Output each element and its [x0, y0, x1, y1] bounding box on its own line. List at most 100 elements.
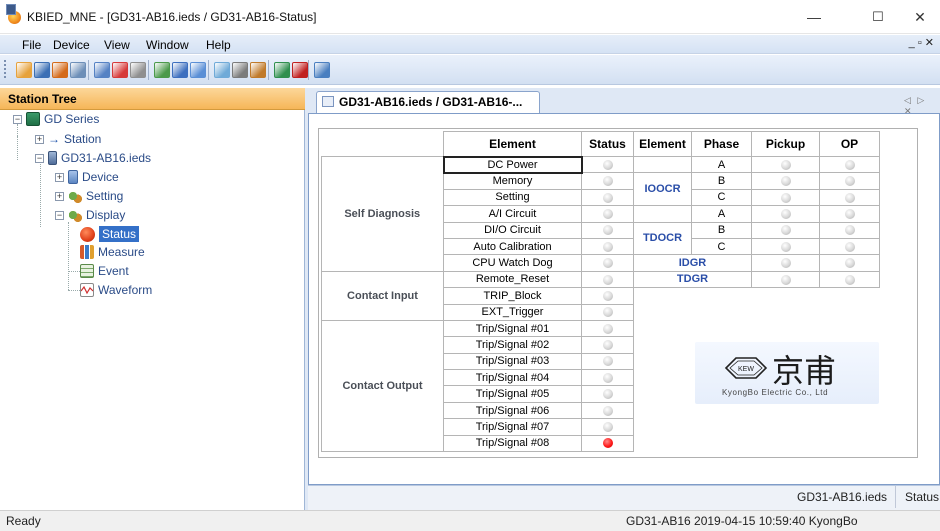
- minimize-button[interactable]: —: [794, 0, 834, 34]
- table-row: Contact Output Trip/Signal #01: [321, 319, 880, 453]
- footer-file: GD31-AB16.ieds: [797, 490, 888, 504]
- led-off-icon: [844, 258, 855, 269]
- collapse-icon[interactable]: −: [13, 114, 22, 124]
- led-off-icon: [780, 159, 791, 170]
- collapse-icon[interactable]: −: [55, 210, 64, 220]
- status-led-cell: [581, 254, 634, 272]
- tree-node-gd-series[interactable]: − GD Series: [13, 112, 99, 126]
- disconnect-icon[interactable]: [130, 62, 146, 78]
- led-off-icon: [780, 176, 791, 187]
- element-cell[interactable]: Remote_Reset: [443, 270, 582, 289]
- download-icon[interactable]: [172, 62, 188, 78]
- element-cell[interactable]: Trip/Signal #07: [443, 418, 582, 436]
- op-led-cell: [819, 205, 880, 223]
- menu-view[interactable]: View: [104, 38, 130, 52]
- tree-node-display[interactable]: − Display: [55, 208, 125, 222]
- tile-icon[interactable]: [232, 62, 248, 78]
- logo-mark-icon: KEW: [724, 355, 768, 384]
- expand-icon[interactable]: +: [35, 134, 44, 144]
- status-led-cell: [581, 336, 634, 354]
- element-cell[interactable]: Trip/Signal #02: [443, 336, 582, 354]
- export-icon[interactable]: [274, 62, 290, 78]
- pickup-led-cell: [751, 254, 820, 272]
- menu-window[interactable]: Window: [146, 38, 189, 52]
- tree-node-setting[interactable]: + Setting: [55, 189, 123, 203]
- menu-grip-icon: [6, 4, 16, 15]
- open-icon[interactable]: [52, 62, 68, 78]
- element-cell[interactable]: A/I Circuit: [443, 205, 582, 223]
- display-icon[interactable]: [190, 62, 206, 78]
- cascade-icon[interactable]: [250, 62, 266, 78]
- tab-label: GD31-AB16.ieds / GD31-AB16-...: [339, 95, 523, 109]
- element-cell[interactable]: Trip/Signal #03: [443, 352, 582, 371]
- help-icon[interactable]: [314, 62, 330, 78]
- save-icon[interactable]: [34, 62, 50, 78]
- expand-icon[interactable]: +: [55, 191, 64, 201]
- mdi-window-controls[interactable]: _ ▫ ✕: [909, 36, 934, 49]
- led-off-icon: [602, 258, 613, 269]
- tree-node-device-file[interactable]: − GD31-AB16.ieds: [35, 151, 151, 165]
- led-off-icon: [780, 192, 791, 203]
- event-list-icon: [80, 264, 94, 278]
- element-cell[interactable]: Trip/Signal #04: [443, 369, 582, 387]
- gear-icon: [68, 208, 82, 222]
- footer-divider: [895, 486, 896, 508]
- led-off-icon: [602, 208, 613, 219]
- tree-node-station[interactable]: + → Station: [35, 132, 101, 146]
- led-off-icon: [602, 274, 613, 285]
- status-led-cell: [581, 205, 634, 223]
- tree-node-device[interactable]: + Device: [55, 170, 119, 184]
- element-cell[interactable]: Trip/Signal #08: [443, 434, 582, 453]
- element-cell[interactable]: Trip/Signal #05: [443, 385, 582, 403]
- expand-icon[interactable]: +: [55, 172, 64, 182]
- pickup-led-cell: [751, 221, 820, 239]
- menu-device[interactable]: Device: [53, 38, 90, 52]
- tree-node-waveform[interactable]: Waveform: [80, 283, 152, 297]
- toolbar-separator: [208, 60, 209, 80]
- element-cell[interactable]: DC Power: [442, 155, 583, 174]
- delete-icon[interactable]: [292, 62, 308, 78]
- pickup-led-cell: [751, 237, 820, 256]
- menu-help[interactable]: Help: [206, 38, 231, 52]
- window-icon[interactable]: [214, 62, 230, 78]
- idgr-label: IDGR: [633, 254, 752, 272]
- phase-cell: B: [691, 221, 752, 239]
- upload-icon[interactable]: [154, 62, 170, 78]
- element-cell[interactable]: Trip/Signal #06: [443, 401, 582, 420]
- close-button[interactable]: ✕: [900, 0, 940, 34]
- pickup-led-cell: [751, 270, 820, 289]
- connect-icon[interactable]: [112, 62, 128, 78]
- status-led-cell: [581, 303, 634, 321]
- led-on-icon: [602, 438, 613, 449]
- new-icon[interactable]: [16, 62, 32, 78]
- element-cell[interactable]: Setting: [443, 188, 582, 207]
- led-off-icon: [780, 241, 791, 252]
- element-cell[interactable]: EXT_Trigger: [443, 303, 582, 321]
- led-off-icon: [602, 290, 613, 301]
- maximize-button[interactable]: ☐: [858, 0, 898, 34]
- tree-node-status[interactable]: Status: [80, 226, 140, 242]
- tree-node-event[interactable]: Event: [80, 264, 129, 278]
- tree-node-measure[interactable]: Measure: [80, 245, 145, 259]
- element-cell[interactable]: Memory: [443, 172, 582, 190]
- element-cell[interactable]: TRIP_Block: [443, 287, 582, 305]
- print-icon[interactable]: [70, 62, 86, 78]
- protection-spacer: [634, 206, 692, 222]
- collapse-icon[interactable]: −: [35, 153, 44, 163]
- empty-cell: [634, 402, 880, 418]
- phase-cell: B: [691, 172, 752, 190]
- element-cell[interactable]: DI/O Circuit: [443, 221, 582, 239]
- section-self-diagnosis: Self Diagnosis: [321, 156, 444, 272]
- element-cell[interactable]: Trip/Signal #01: [443, 319, 582, 338]
- tree-icon[interactable]: [94, 62, 110, 78]
- status-led-cell: [581, 172, 634, 190]
- led-off-icon: [780, 274, 791, 285]
- toolbar-separator: [268, 60, 269, 80]
- arrow-icon: →: [48, 132, 60, 146]
- element-cell[interactable]: CPU Watch Dog: [443, 254, 582, 272]
- station-tree-panel: − GD Series + → Station − GD31-AB16.ieds…: [0, 110, 305, 510]
- led-off-icon: [602, 356, 613, 367]
- menu-file[interactable]: File: [22, 38, 41, 52]
- pickup-led-cell: [751, 188, 820, 207]
- element-cell[interactable]: Auto Calibration: [443, 237, 582, 256]
